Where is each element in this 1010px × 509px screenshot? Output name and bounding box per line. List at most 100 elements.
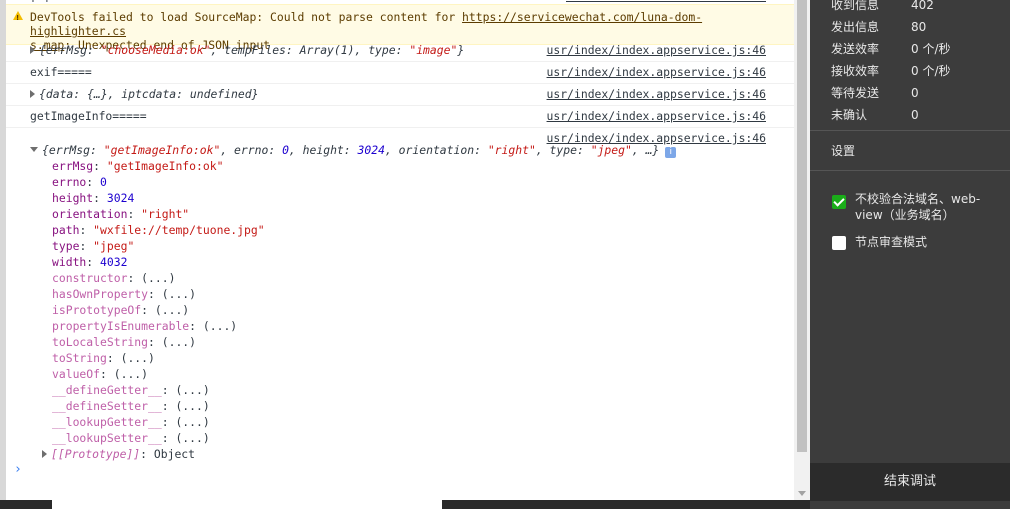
stat-row: 未确认 0: [831, 104, 919, 126]
property-row[interactable]: errMsg: "getImageInfo:ok": [30, 158, 794, 174]
property-key: valueOf: [52, 367, 101, 381]
property-row[interactable]: __lookupGetter__: (...): [30, 414, 794, 430]
property-value: (...): [154, 303, 190, 317]
inspect-mode-checkbox[interactable]: [832, 236, 846, 250]
property-key: toLocaleString: [52, 335, 149, 349]
stat-label: 发送效率: [831, 42, 880, 56]
property-key: height: [52, 191, 94, 205]
stat-value: 80: [911, 20, 927, 34]
property-row[interactable]: width: 4032: [30, 254, 794, 270]
property-key: constructor: [52, 271, 128, 285]
property-value: (...): [161, 335, 197, 349]
stat-label: 接收效率: [831, 64, 880, 78]
property-value: (...): [175, 383, 210, 397]
property-key: __lookupGetter__: [52, 415, 162, 429]
property-key: errno: [52, 175, 87, 189]
property-key: __defineSetter__: [52, 399, 162, 413]
property-row[interactable]: __lookupSetter__: (...): [30, 430, 794, 446]
property-row[interactable]: toString: (...): [30, 350, 794, 366]
object-header[interactable]: {errMsg: "getImageInfo:ok", errno: 0, he…: [30, 142, 794, 158]
prototype-row[interactable]: [[Prototype]]: Object: [30, 446, 794, 462]
log-rows: {errMsg: "chooseMedia:ok", tempFiles: Ar…: [6, 40, 794, 149]
property-row[interactable]: height: 3024: [30, 190, 794, 206]
stat-label: 收到信息: [831, 0, 880, 12]
property-row[interactable]: __defineGetter__: (...): [30, 382, 794, 398]
property-row[interactable]: path: "wxfile://temp/tuone.jpg": [30, 222, 794, 238]
source-link[interactable]: usr/index/index.appservice.js:46: [547, 40, 766, 61]
property-list: errMsg: "getImageInfo:ok" errno: 0 height:…: [30, 158, 794, 446]
property-row[interactable]: isPrototypeOf: (...): [30, 302, 794, 318]
property-value: (...): [120, 351, 155, 365]
console-scrollbar[interactable]: [794, 0, 810, 500]
expand-toggle-icon[interactable]: [30, 46, 35, 54]
property-key: hasOwnProperty: [52, 287, 149, 301]
property-key: toString: [52, 351, 107, 365]
domain-check-checkbox[interactable]: [832, 195, 846, 209]
end-debug-button[interactable]: 结束调试: [810, 463, 1010, 501]
log-text: exif=====: [30, 65, 92, 79]
property-row[interactable]: type: "jpeg": [30, 238, 794, 254]
stat-value: 402: [911, 0, 934, 12]
property-value: 3024: [106, 191, 135, 205]
log-row: exif===== usr/index/index.appservice.js:4…: [6, 62, 794, 84]
property-row[interactable]: hasOwnProperty: (...): [30, 286, 794, 302]
stat-value: 0 个/秒: [911, 42, 951, 56]
property-row[interactable]: valueOf: (...): [30, 366, 794, 382]
property-value: (...): [113, 367, 149, 381]
property-row[interactable]: errno: 0: [30, 174, 794, 190]
source-link[interactable]: usr/index/index.appservice.js:46: [547, 62, 766, 83]
expand-toggle-icon[interactable]: [42, 450, 47, 458]
stat-label: 未确认: [831, 108, 868, 122]
property-key: width: [52, 255, 87, 269]
object-preview[interactable]: {data: {…}, iptcdata: undefined}: [39, 87, 258, 101]
property-value: (...): [161, 287, 197, 301]
stat-value: 0 个/秒: [911, 64, 951, 78]
option-label[interactable]: 节点审查模式: [855, 234, 995, 250]
property-value: 0: [100, 175, 107, 189]
property-row[interactable]: constructor: (...): [30, 270, 794, 286]
property-row[interactable]: orientation: "right": [30, 206, 794, 222]
property-key: __defineGetter__: [52, 383, 162, 397]
property-row[interactable]: __defineSetter__: (...): [30, 398, 794, 414]
expand-toggle-icon[interactable]: [30, 90, 35, 98]
stat-row: 接收效率 0 个/秒: [831, 60, 951, 82]
info-icon[interactable]: i: [665, 147, 677, 158]
console-prompt-icon[interactable]: ›: [14, 462, 22, 477]
option-label[interactable]: 不校验合法域名、web-view（业务域名）: [855, 191, 995, 223]
property-value: "wxfile://temp/tuone.jpg": [93, 223, 265, 237]
stat-row: 等待发送 0: [831, 82, 919, 104]
property-value: "getImageInfo:ok": [106, 159, 224, 173]
property-value: "right": [141, 207, 190, 221]
source-link[interactable]: usr/index/index.appservice.js:46: [547, 106, 766, 127]
stat-row: 收到信息 402: [831, 0, 934, 16]
source-link[interactable]: usr/index/index.appservice.js:46: [547, 84, 766, 105]
property-key: path: [52, 223, 80, 237]
truncated-source-link[interactable]: [566, 0, 766, 2]
expanded-object: {errMsg: "getImageInfo:ok", errno: 0, he…: [6, 142, 794, 462]
truncated-row: [ ] ...: [30, 0, 76, 2]
log-text: getImageInfo=====: [30, 109, 147, 123]
object-preview[interactable]: {errMsg: "chooseMedia:ok", tempFiles: Ar…: [39, 43, 464, 57]
divider: [810, 130, 1010, 131]
property-value: "jpeg": [93, 239, 135, 253]
debug-side-panel: 收到信息 402 发出信息 80 发送效率 0 个/秒 接收效率 0 个/秒 等待发送 0 未确认 0…: [810, 0, 1010, 509]
bottom-edge: [0, 500, 810, 509]
sourcemap-warning: DevTools failed to load SourceMap: Could…: [6, 4, 794, 52]
stat-value: 0: [911, 86, 919, 100]
property-value: (...): [202, 319, 238, 333]
log-row: {data: {…}, iptcdata: undefined} usr/inde…: [6, 84, 794, 106]
property-value: 4032: [100, 255, 128, 269]
log-row: {errMsg: "chooseMedia:ok", tempFiles: Ar…: [6, 40, 794, 62]
log-row: getImageInfo===== usr/index/index.appserv…: [6, 106, 794, 128]
property-key: __lookupSetter__: [52, 431, 162, 445]
stat-value: 0: [911, 108, 919, 122]
collapse-toggle-icon[interactable]: [30, 147, 38, 152]
property-value: (...): [175, 399, 210, 413]
property-row[interactable]: toLocaleString: (...): [30, 334, 794, 350]
scroll-down-icon[interactable]: [798, 491, 806, 496]
warning-icon: [13, 11, 23, 25]
property-row[interactable]: propertyIsEnumerable: (...): [30, 318, 794, 334]
stat-label: 发出信息: [831, 20, 880, 34]
scrollbar-thumb[interactable]: [797, 0, 807, 452]
property-key: orientation: [52, 207, 128, 221]
